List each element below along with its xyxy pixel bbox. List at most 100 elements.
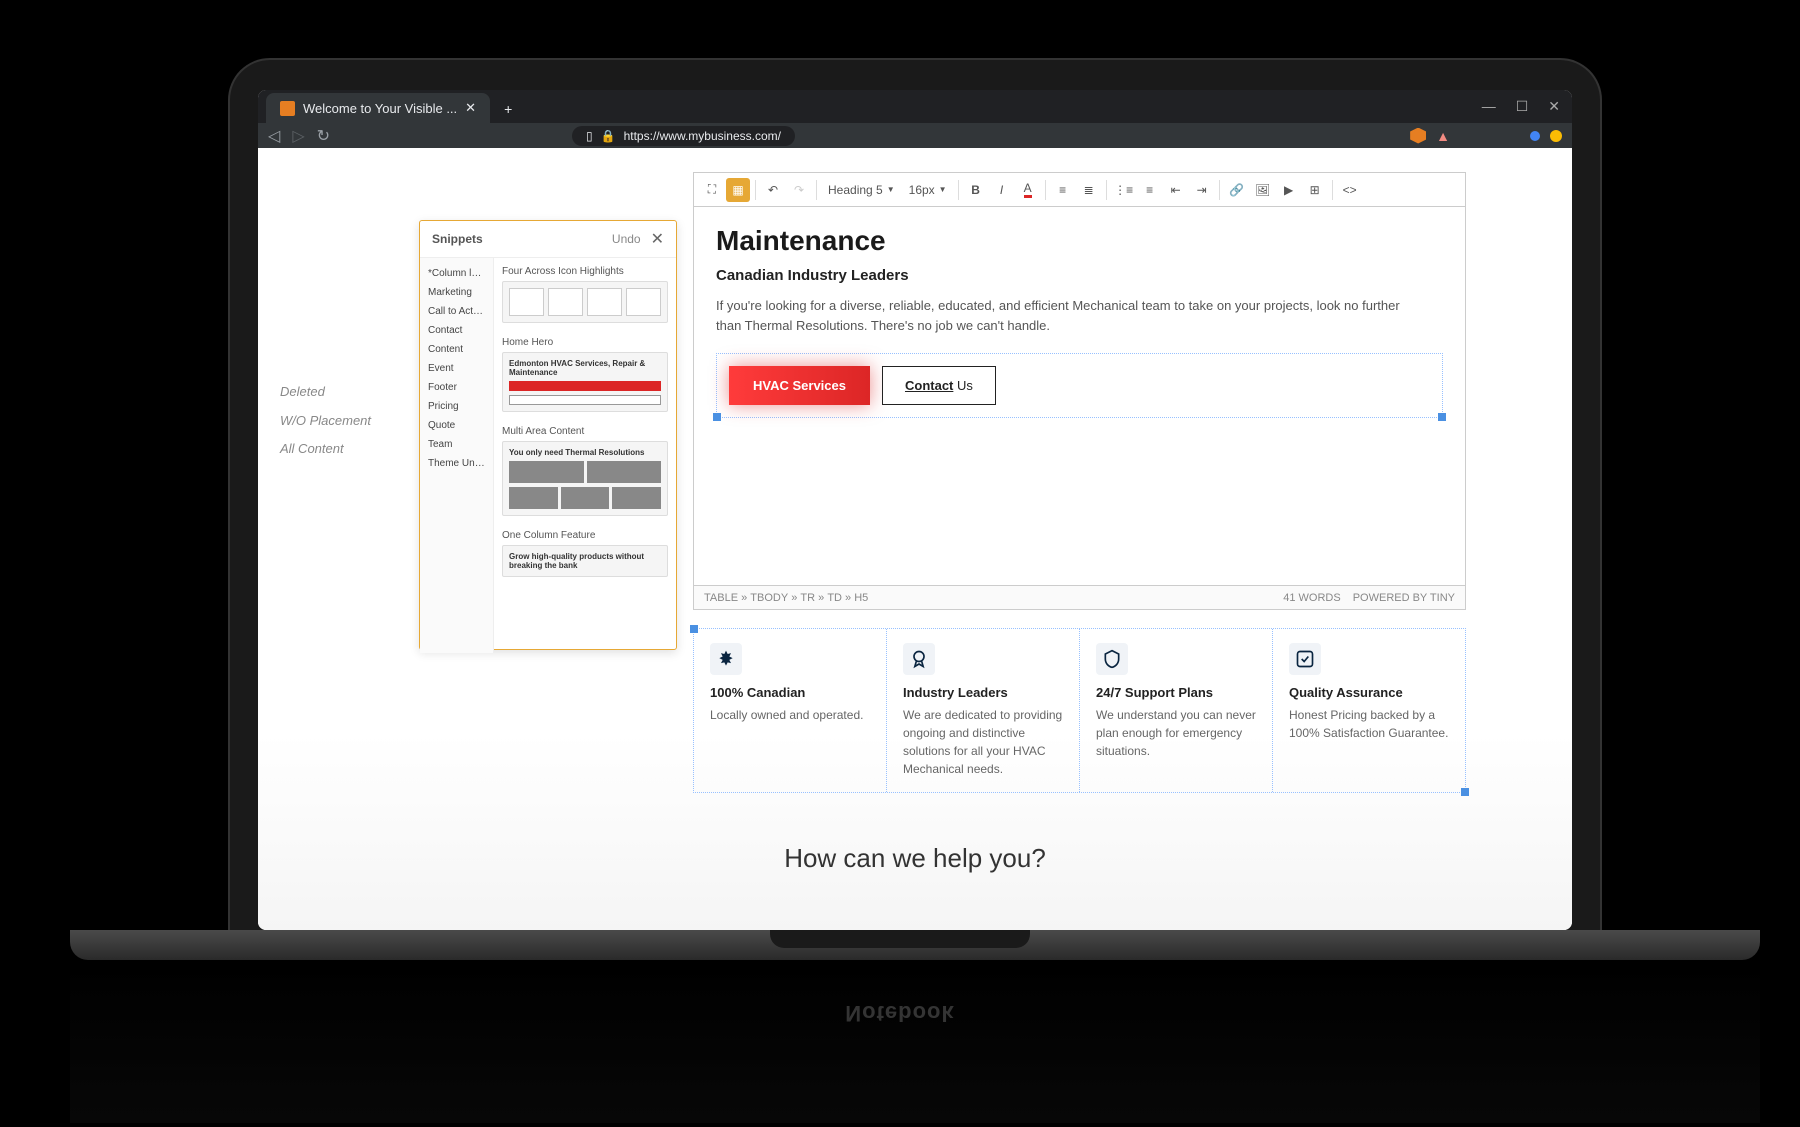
path-tbody[interactable]: TBODY bbox=[750, 592, 788, 604]
url-input[interactable]: ▯ 🔒 https://www.mybusiness.com/ bbox=[572, 126, 795, 146]
cat-team[interactable]: Team bbox=[420, 435, 493, 454]
cat-quote[interactable]: Quote bbox=[420, 416, 493, 435]
snippets-header: Snippets Undo ✕ bbox=[420, 221, 676, 258]
cat-call-to-action[interactable]: Call to Action bbox=[420, 302, 493, 321]
bullist-button[interactable]: ⋮≡ bbox=[1112, 178, 1136, 202]
snippets-title: Snippets bbox=[432, 232, 483, 246]
path-tr[interactable]: TR bbox=[800, 592, 815, 604]
code-button[interactable]: <> bbox=[1338, 178, 1362, 202]
tab-close-icon[interactable]: ✕ bbox=[465, 100, 476, 116]
redo-button[interactable]: ↷ bbox=[787, 178, 811, 202]
feature-text: We are dedicated to providing ongoing an… bbox=[903, 706, 1063, 778]
cat-theme[interactable]: Theme Unicomme bbox=[420, 454, 493, 473]
snippets-body: *Column layouts Marketing Call to Action… bbox=[420, 258, 676, 653]
reflection bbox=[70, 963, 1760, 1123]
feature-text: We understand you can never plan enough … bbox=[1096, 706, 1256, 760]
feature-canadian[interactable]: 100% Canadian Locally owned and operated… bbox=[694, 629, 887, 792]
cat-event[interactable]: Event bbox=[420, 359, 493, 378]
browser-chrome: Welcome to Your Visible ... ✕ + — ☐ ✕ ◁ … bbox=[258, 90, 1572, 148]
body-text[interactable]: If you're looking for a diverse, reliabl… bbox=[716, 296, 1416, 335]
cta-row[interactable]: HVAC Services Contact Us bbox=[716, 353, 1443, 418]
indent-button[interactable]: ⇥ bbox=[1190, 178, 1214, 202]
hvac-services-button[interactable]: HVAC Services bbox=[729, 366, 870, 405]
media-button[interactable]: ▶ bbox=[1277, 178, 1301, 202]
aligncenter-button[interactable]: ≣ bbox=[1077, 178, 1101, 202]
feature-title: 100% Canadian bbox=[710, 685, 870, 700]
path-table[interactable]: TABLE bbox=[704, 592, 738, 604]
feature-industry[interactable]: Industry Leaders We are dedicated to pro… bbox=[887, 629, 1080, 792]
new-tab-button[interactable]: + bbox=[494, 95, 522, 123]
sidebar-item-deleted[interactable]: Deleted bbox=[280, 378, 400, 407]
sidebar-item-wo-placement[interactable]: W/O Placement bbox=[280, 407, 400, 436]
feature-text: Locally owned and operated. bbox=[710, 706, 870, 724]
preview-four-across[interactable]: Four Across Icon Highlights bbox=[502, 266, 668, 323]
editor: ⛶ ▦ ↶ ↷ Heading 5▼ 16px▼ B I A ≡ ≣ bbox=[693, 172, 1466, 610]
features-row[interactable]: 100% Canadian Locally owned and operated… bbox=[693, 628, 1466, 793]
left-sidebar: Deleted W/O Placement All Content bbox=[280, 378, 400, 464]
extension-icon[interactable] bbox=[1530, 131, 1540, 141]
fontsize-select[interactable]: 16px▼ bbox=[903, 180, 953, 200]
addr-right: ▲ bbox=[1410, 128, 1562, 144]
sidebar-item-all-content[interactable]: All Content bbox=[280, 435, 400, 464]
snippets-close-icon[interactable]: ✕ bbox=[651, 229, 664, 249]
feature-text: Honest Pricing backed by a 100% Satisfac… bbox=[1289, 706, 1449, 742]
bold-button[interactable]: B bbox=[964, 178, 988, 202]
reload-button[interactable]: ↻ bbox=[317, 126, 330, 146]
editor-toolbar: ⛶ ▦ ↶ ↷ Heading 5▼ 16px▼ B I A ≡ ≣ bbox=[693, 172, 1466, 206]
alignleft-button[interactable]: ≡ bbox=[1051, 178, 1075, 202]
forward-button[interactable]: ▷ bbox=[292, 126, 304, 146]
powered-by: POWERED BY TINY bbox=[1353, 592, 1455, 604]
link-button[interactable]: 🔗 bbox=[1225, 178, 1249, 202]
numlist-button[interactable]: ≡ bbox=[1138, 178, 1162, 202]
profile-icon[interactable] bbox=[1550, 130, 1562, 142]
shield-icon bbox=[1096, 643, 1128, 675]
cat-footer[interactable]: Footer bbox=[420, 378, 493, 397]
maximize-button[interactable]: ☐ bbox=[1516, 98, 1529, 115]
lock-icon: 🔒 bbox=[601, 129, 616, 143]
fullscreen-button[interactable]: ⛶ bbox=[700, 178, 724, 202]
page-heading[interactable]: Maintenance bbox=[716, 225, 1443, 257]
cat-marketing[interactable]: Marketing bbox=[420, 283, 493, 302]
feature-title: Industry Leaders bbox=[903, 685, 1063, 700]
editor-footer: TABLE » TBODY » TR » TD » H5 41 WORDS PO… bbox=[693, 586, 1466, 610]
editor-canvas[interactable]: Maintenance Canadian Industry Leaders If… bbox=[693, 206, 1466, 586]
textcolor-button[interactable]: A bbox=[1016, 178, 1040, 202]
reader-icon: ▯ bbox=[586, 129, 593, 143]
cat-content[interactable]: Content bbox=[420, 340, 493, 359]
cat-pricing[interactable]: Pricing bbox=[420, 397, 493, 416]
preview-multi-area[interactable]: Multi Area Content You only need Thermal… bbox=[502, 426, 668, 516]
feature-title: Quality Assurance bbox=[1289, 685, 1449, 700]
shield-icon[interactable] bbox=[1410, 128, 1426, 144]
heading-select[interactable]: Heading 5▼ bbox=[822, 180, 901, 200]
warning-icon[interactable]: ▲ bbox=[1436, 128, 1450, 144]
path-h5[interactable]: H5 bbox=[854, 592, 868, 604]
back-button[interactable]: ◁ bbox=[268, 126, 280, 146]
italic-button[interactable]: I bbox=[990, 178, 1014, 202]
tab-favicon-icon bbox=[280, 101, 295, 116]
close-window-button[interactable]: ✕ bbox=[1548, 98, 1560, 115]
preview-one-column[interactable]: One Column Feature Grow high-quality pro… bbox=[502, 530, 668, 577]
check-icon bbox=[1289, 643, 1321, 675]
preview-home-hero[interactable]: Home Hero Edmonton HVAC Services, Repair… bbox=[502, 337, 668, 412]
feature-quality[interactable]: Quality Assurance Honest Pricing backed … bbox=[1273, 629, 1465, 792]
path-td[interactable]: TD bbox=[827, 592, 842, 604]
help-heading: How can we help you? bbox=[784, 843, 1046, 874]
grid-button[interactable]: ▦ bbox=[726, 178, 750, 202]
outdent-button[interactable]: ⇤ bbox=[1164, 178, 1188, 202]
image-button[interactable]: 🖼 bbox=[1251, 178, 1275, 202]
snippets-undo-button[interactable]: Undo bbox=[612, 232, 641, 246]
badge-icon bbox=[903, 643, 935, 675]
screen: Welcome to Your Visible ... ✕ + — ☐ ✕ ◁ … bbox=[258, 90, 1572, 930]
contact-us-button[interactable]: Contact Us bbox=[882, 366, 996, 405]
undo-button[interactable]: ↶ bbox=[761, 178, 785, 202]
minimize-button[interactable]: — bbox=[1482, 98, 1496, 115]
cat-contact[interactable]: Contact bbox=[420, 321, 493, 340]
snippets-categories: *Column layouts Marketing Call to Action… bbox=[420, 258, 494, 653]
template-button[interactable]: ⊞ bbox=[1303, 178, 1327, 202]
feature-support[interactable]: 24/7 Support Plans We understand you can… bbox=[1080, 629, 1273, 792]
browser-tab[interactable]: Welcome to Your Visible ... ✕ bbox=[266, 93, 490, 123]
window-controls: — ☐ ✕ bbox=[1482, 98, 1560, 115]
sub-heading[interactable]: Canadian Industry Leaders bbox=[716, 267, 1443, 284]
cat-column-layouts[interactable]: *Column layouts bbox=[420, 264, 493, 283]
tab-title: Welcome to Your Visible ... bbox=[303, 101, 457, 116]
